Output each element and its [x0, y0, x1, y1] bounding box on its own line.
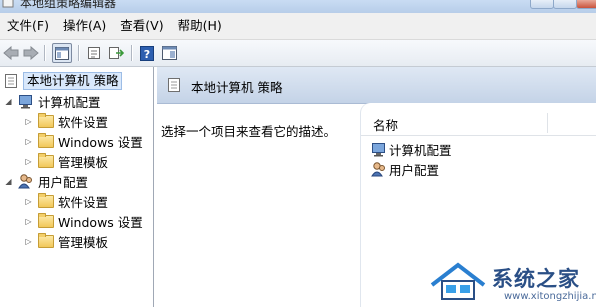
details-title: 本地计算机 策略 [191, 80, 283, 95]
expand-arrow-icon[interactable]: ▷ [24, 117, 33, 126]
tree-item-admin-templates[interactable]: ▷ 管理模板 [24, 151, 108, 171]
tree-item-label: 本地计算机 策略 [23, 72, 123, 90]
watermark-url: www.xitongzhijia.net [504, 291, 596, 302]
list-item-label: 计算机配置 [389, 142, 452, 158]
tree-item-label: 计算机配置 [38, 94, 101, 110]
help-icon[interactable]: ? [138, 44, 156, 62]
collapse-arrow-icon[interactable]: ◢ [4, 177, 13, 186]
collapse-arrow-icon[interactable]: ◢ [4, 97, 13, 106]
list-item-user-config[interactable]: 用户配置 [371, 159, 439, 179]
folder-icon [38, 132, 54, 149]
close-button[interactable] [576, 0, 596, 9]
list-item-computer-config[interactable]: 计算机配置 [371, 139, 452, 159]
tree-item-label: 软件设置 [58, 194, 109, 210]
tree-item-root[interactable]: 本地计算机 策略 [3, 71, 123, 91]
folder-icon [38, 192, 54, 209]
description-text: 选择一个项目来查看它的描述。 [161, 124, 337, 139]
back-arrow-icon[interactable] [2, 44, 20, 62]
tree-item-label: 管理模板 [58, 234, 109, 250]
folder-icon [38, 112, 54, 129]
list-item-label: 用户配置 [389, 162, 440, 178]
minimize-button[interactable] [530, 0, 554, 9]
tree-item-label: 软件设置 [58, 114, 109, 130]
show-pane-icon[interactable] [160, 44, 178, 62]
watermark-text: 系统之家 [492, 267, 580, 291]
tree-item-windows-settings[interactable]: ▷ Windows 设置 [24, 211, 143, 231]
svg-text:?: ? [144, 48, 150, 61]
tree-item-user-config[interactable]: ◢ 用户配置 [4, 171, 88, 191]
tree-item-software-settings[interactable]: ▷ 软件设置 [24, 191, 108, 211]
expand-arrow-icon[interactable]: ▷ [24, 217, 33, 226]
title-bar: 本地组策略编辑器 [0, 0, 596, 13]
tree-item-label: 用户配置 [38, 174, 89, 190]
column-name-label[interactable]: 名称 [373, 115, 398, 134]
window-title: 本地组策略编辑器 [20, 0, 117, 10]
menu-view[interactable]: 查看(V) [113, 13, 170, 39]
forward-arrow-icon[interactable] [22, 44, 40, 62]
menu-file[interactable]: 文件(F) [0, 13, 56, 39]
folder-icon [38, 212, 54, 229]
expand-arrow-icon[interactable]: ▷ [24, 237, 33, 246]
expand-arrow-icon[interactable]: ▷ [24, 157, 33, 166]
properties-icon[interactable] [85, 44, 103, 62]
export-list-icon[interactable] [107, 44, 125, 62]
toolbar: ? [0, 40, 596, 67]
console-tree: 本地计算机 策略 ◢ 计算机配置 ▷ 软件设置 ▷ Windows 设置 ▷ 管… [0, 67, 154, 307]
tree-item-label: Windows 设置 [58, 214, 143, 230]
show-hide-tree-icon[interactable] [52, 43, 72, 63]
house-logo-icon [430, 262, 486, 300]
watermark: 系统之家 www.xitongzhijia.net [424, 261, 596, 307]
menu-help[interactable]: 帮助(H) [171, 13, 229, 39]
computer-icon [18, 93, 34, 109]
user-icon [18, 173, 34, 189]
folder-icon [38, 232, 54, 249]
menu-bar: 文件(F) 操作(A) 查看(V) 帮助(H) [0, 13, 596, 40]
tree-item-computer-config[interactable]: ◢ 计算机配置 [4, 91, 101, 111]
policy-document-icon [3, 73, 19, 89]
column-divider[interactable] [547, 113, 548, 133]
toolbar-separator [131, 45, 133, 61]
tree-item-admin-templates[interactable]: ▷ 管理模板 [24, 231, 108, 251]
expand-arrow-icon[interactable]: ▷ [24, 197, 33, 206]
menu-action[interactable]: 操作(A) [56, 13, 113, 39]
column-header[interactable]: 名称 [361, 111, 596, 136]
policy-document-icon [167, 77, 181, 96]
app-icon [2, 0, 14, 8]
details-header: 本地计算机 策略 [157, 67, 596, 104]
user-icon [371, 161, 387, 177]
toolbar-separator [44, 45, 46, 61]
tree-item-label: Windows 设置 [58, 134, 143, 150]
tree-item-label: 管理模板 [58, 154, 109, 170]
maximize-button[interactable] [553, 0, 577, 9]
expand-arrow-icon[interactable]: ▷ [24, 137, 33, 146]
toolbar-separator [78, 45, 80, 61]
tree-item-windows-settings[interactable]: ▷ Windows 设置 [24, 131, 143, 151]
tree-item-software-settings[interactable]: ▷ 软件设置 [24, 111, 108, 131]
computer-icon [371, 141, 387, 157]
folder-icon [38, 152, 54, 169]
